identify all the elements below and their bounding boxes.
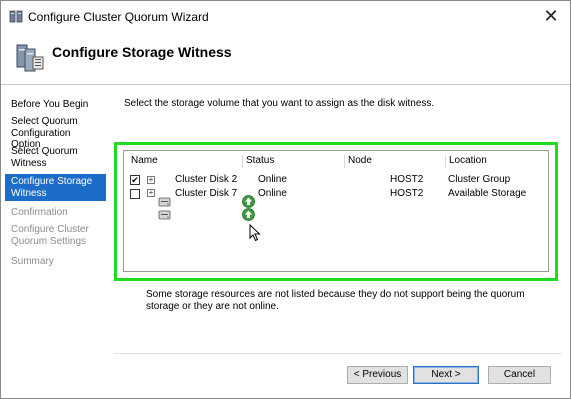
previous-button[interactable]: < Previous	[347, 366, 408, 384]
step-select-quorum-witness[interactable]: Select Quorum Witness	[5, 146, 106, 169]
next-button[interactable]: Next >	[413, 366, 479, 384]
column-header-status[interactable]: Status	[243, 155, 345, 168]
row-checkbox[interactable]	[130, 189, 140, 199]
step-label: Select Quorum Witness	[11, 146, 78, 169]
column-header-location[interactable]: Location	[446, 155, 546, 168]
row-name[interactable]: Cluster Disk 2	[175, 174, 237, 185]
footer-divider	[114, 353, 561, 354]
row-status: Online	[258, 174, 287, 185]
row-checkbox[interactable]: ✔	[130, 175, 140, 185]
disk-icon	[158, 197, 171, 207]
wizard-header: Configure Storage Witness	[1, 31, 570, 81]
disk-icon	[158, 210, 171, 220]
storage-table: Name Status Node Location ✔ + Cluster Di…	[123, 150, 549, 272]
wizard-window: Configure Cluster Quorum Wizard ✕ Config…	[0, 0, 571, 399]
row-location: Available Storage	[448, 188, 527, 199]
online-up-arrow-icon	[242, 195, 255, 208]
step-label: Configure Cluster Quorum Settings	[11, 224, 89, 247]
step-before-you-begin[interactable]: Before You Begin	[5, 99, 106, 111]
column-header-node[interactable]: Node	[345, 155, 446, 168]
step-label: Select Quorum Configuration Option	[11, 116, 78, 150]
row-location: Cluster Group	[448, 174, 511, 185]
step-label: Summary	[11, 256, 54, 267]
close-icon: ✕	[543, 6, 559, 26]
step-summary: Summary	[5, 256, 106, 268]
title-bar: Configure Cluster Quorum Wizard ✕	[1, 1, 570, 31]
row-node: HOST2	[390, 174, 424, 185]
row-status: Online	[258, 188, 287, 199]
step-configure-storage-witness[interactable]: Configure Storage Witness	[5, 174, 106, 201]
cluster-app-icon	[9, 10, 23, 23]
row-node: HOST2	[390, 188, 424, 199]
step-configure-cluster-quorum-settings: Configure Cluster Quorum Settings	[5, 224, 106, 247]
window-title: Configure Cluster Quorum Wizard	[28, 10, 209, 24]
step-confirmation: Confirmation	[5, 207, 106, 219]
cluster-servers-icon	[16, 44, 44, 72]
online-up-arrow-icon	[242, 208, 255, 221]
step-label: Confirmation	[11, 207, 68, 218]
cancel-button[interactable]: Cancel	[488, 366, 551, 384]
unlisted-storage-note: Some storage resources are not listed be…	[146, 289, 525, 312]
page-title: Configure Storage Witness	[52, 44, 232, 60]
row-name[interactable]: Cluster Disk 7	[175, 188, 237, 199]
close-button[interactable]: ✕	[540, 6, 562, 26]
header-divider	[1, 84, 570, 85]
wizard-steps: Before You Begin Select Quorum Configura…	[5, 93, 106, 385]
step-label: Before You Begin	[11, 99, 89, 110]
expand-icon[interactable]: +	[147, 176, 155, 184]
expand-icon[interactable]: +	[147, 189, 155, 197]
instruction-text: Select the storage volume that you want …	[124, 98, 435, 109]
column-header-name[interactable]: Name	[128, 155, 243, 168]
mouse-pointer-icon	[249, 224, 261, 242]
step-label: Configure Storage Witness	[11, 176, 93, 199]
